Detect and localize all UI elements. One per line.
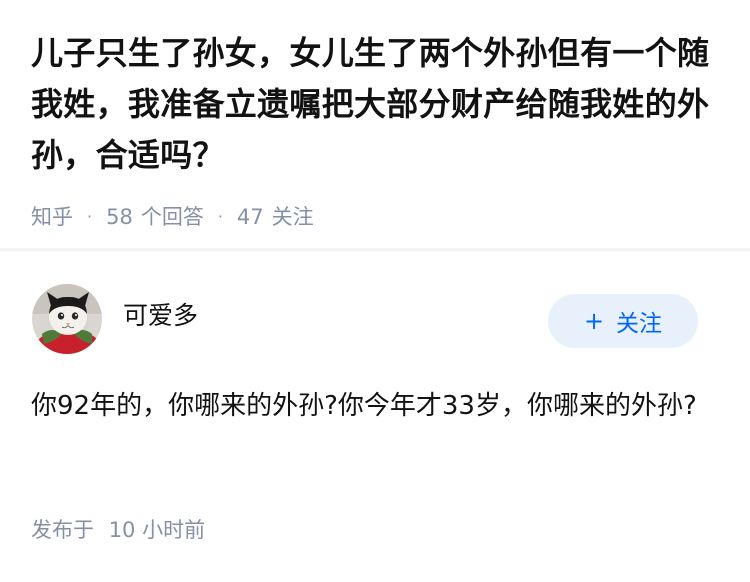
section-divider <box>0 248 750 251</box>
answer-published-time: 发布于 10 小时前 <box>31 515 205 545</box>
cat-avatar-image <box>32 284 102 354</box>
author-name[interactable]: 可爱多 <box>123 300 198 332</box>
follow-button[interactable]: + 关注 <box>548 294 698 348</box>
answers-label[interactable]: 个回答 <box>141 203 204 231</box>
followers-label[interactable]: 关注 <box>272 203 314 231</box>
avatar[interactable] <box>32 284 102 354</box>
question-meta: 知乎 · 58 个回答 · 47 关注 <box>31 203 721 231</box>
question-title[interactable]: 儿子只生了孙女，女儿生了两个外孙但有一个随我姓，我准备立遗嘱把大部分财产给随我姓… <box>31 28 721 181</box>
answer-content[interactable]: 你92年的，你哪来的外孙?你今年才33岁，你哪来的外孙? <box>31 384 721 429</box>
plus-icon: + <box>583 307 605 335</box>
question-header: 儿子只生了孙女，女儿生了两个外孙但有一个随我姓，我准备立遗嘱把大部分财产给随我姓… <box>31 28 721 231</box>
published-time: 10 小时前 <box>108 518 206 542</box>
meta-separator: · <box>87 207 93 226</box>
answer-author-row: 可爱多 + 关注 <box>32 282 698 356</box>
meta-separator: · <box>217 207 223 226</box>
answers-count[interactable]: 58 <box>106 203 133 231</box>
source-label[interactable]: 知乎 <box>31 203 73 231</box>
follow-button-label: 关注 <box>616 311 663 337</box>
published-label: 发布于 <box>31 518 94 542</box>
followers-count[interactable]: 47 <box>237 203 264 231</box>
